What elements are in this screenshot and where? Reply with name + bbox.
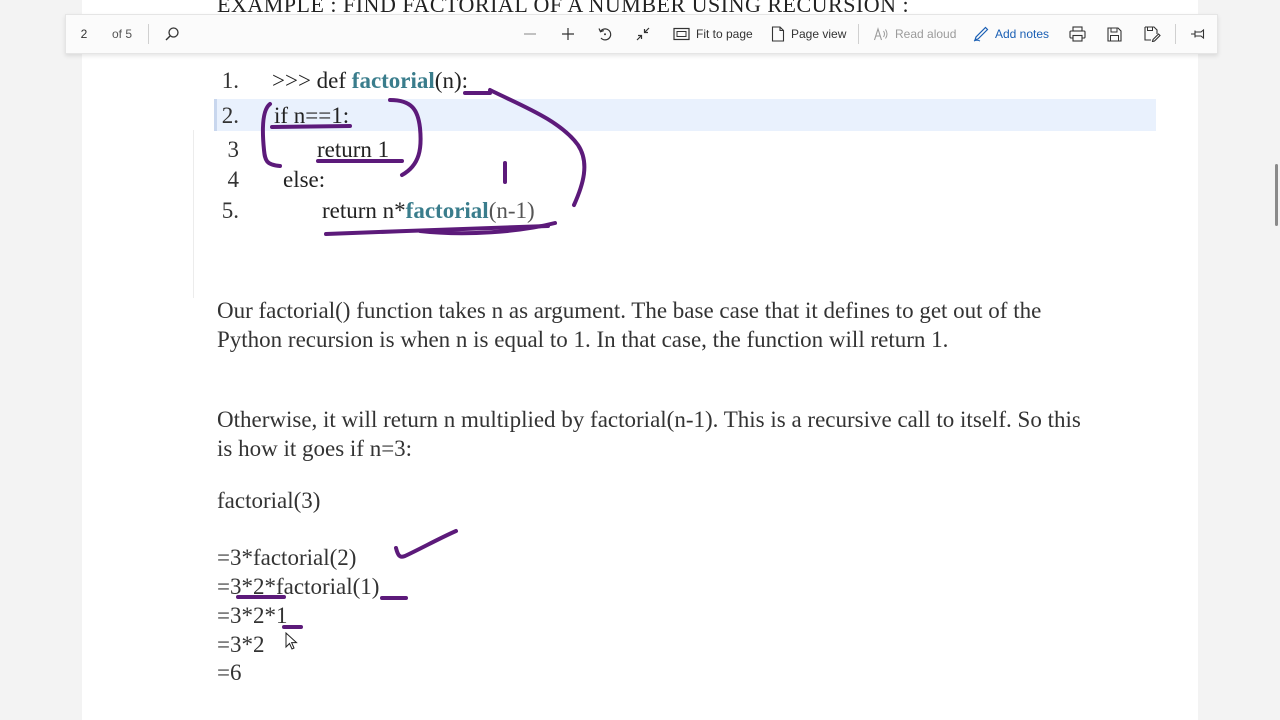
calc-step-2: =3*2*factorial(1) xyxy=(217,574,380,599)
pin-icon xyxy=(1191,28,1205,40)
calc-step-4: =3*2 xyxy=(217,632,265,657)
mouse-cursor-icon xyxy=(285,632,298,650)
fit-to-page-button[interactable]: Fit to page xyxy=(673,15,753,53)
save-as-icon xyxy=(1144,26,1161,42)
page-view-icon xyxy=(771,26,785,42)
toolbar-divider xyxy=(858,24,859,44)
paragraph-recursive-call: Otherwise, it will return n multiplied b… xyxy=(217,407,1081,461)
zoom-out-button[interactable] xyxy=(522,15,538,53)
search-icon xyxy=(165,27,179,41)
paragraph-base-case: Our factorial() function takes n as argu… xyxy=(217,298,1042,352)
fit-to-page-icon xyxy=(673,27,690,41)
highlighted-code-line xyxy=(214,99,1156,131)
add-notes-button[interactable]: Add notes xyxy=(973,15,1049,53)
printer-icon xyxy=(1069,26,1086,42)
save-icon xyxy=(1107,26,1122,42)
pin-toolbar-button[interactable] xyxy=(1190,15,1206,53)
page-view-button[interactable]: Page view xyxy=(771,15,846,53)
save-button[interactable] xyxy=(1107,15,1122,53)
pen-icon xyxy=(973,26,989,42)
zoom-in-button[interactable] xyxy=(560,15,576,53)
plus-icon xyxy=(562,28,574,40)
rotate-button[interactable] xyxy=(597,15,613,53)
calc-step-5: =6 xyxy=(217,660,242,685)
read-aloud-icon xyxy=(873,27,888,41)
full-screen-button[interactable] xyxy=(635,15,651,53)
scrollbar-thumb[interactable] xyxy=(1275,164,1278,226)
read-aloud-button[interactable]: Read aloud xyxy=(873,15,956,53)
page-divider xyxy=(193,130,194,298)
search-button[interactable] xyxy=(164,15,180,53)
rotate-icon xyxy=(598,28,612,41)
pdf-viewer: EXAMPLE : FIND FACTORIAL OF A NUMBER USI… xyxy=(0,0,1280,720)
page-count: of 5 xyxy=(112,27,133,41)
calc-step-1: =3*factorial(2) xyxy=(217,545,357,570)
toolbar-divider xyxy=(148,24,149,44)
save-as-button[interactable] xyxy=(1144,15,1161,53)
factorial-call: factorial(3) xyxy=(217,488,321,513)
minus-icon xyxy=(524,33,536,35)
calc-step-3: =3*2*1 xyxy=(217,603,288,628)
pdf-page: EXAMPLE : FIND FACTORIAL OF A NUMBER USI… xyxy=(82,0,1198,720)
shrink-icon xyxy=(636,27,650,41)
pdf-toolbar: 2 of 5 Fit to page Page view Read aloud … xyxy=(65,14,1218,54)
page-number-input[interactable]: 2 xyxy=(72,22,96,46)
print-button[interactable] xyxy=(1069,15,1086,53)
toolbar-divider xyxy=(1175,24,1176,44)
